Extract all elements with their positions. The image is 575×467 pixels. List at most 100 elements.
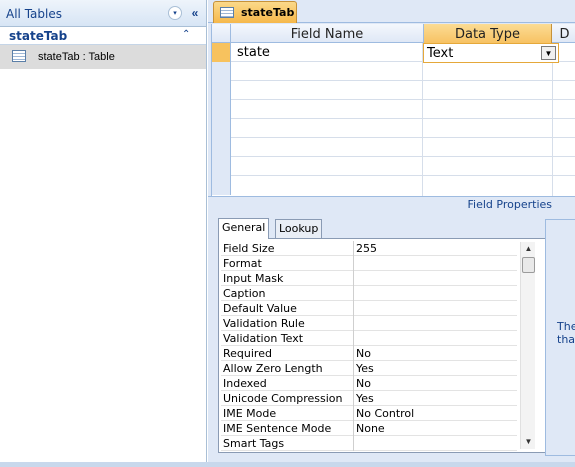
- property-divider: [353, 271, 354, 286]
- scroll-thumb[interactable]: [522, 257, 535, 273]
- column-header-description: D: [559, 27, 570, 42]
- property-divider: [353, 256, 354, 271]
- property-divider: [353, 316, 354, 331]
- row-selector[interactable]: [212, 62, 231, 81]
- nav-group-title: stateTab: [9, 29, 68, 43]
- property-value[interactable]: No: [356, 377, 371, 390]
- navigation-pane-header: All Tables ▾ «: [0, 0, 206, 27]
- property-label: Allow Zero Length: [223, 362, 323, 375]
- property-divider: [353, 331, 354, 346]
- property-help-box: The that: [545, 219, 575, 456]
- table-row[interactable]: [212, 138, 575, 157]
- property-divider: [353, 391, 354, 406]
- select-all-corner[interactable]: [212, 24, 231, 43]
- field-properties-title: Field Properties: [467, 198, 552, 211]
- property-row[interactable]: Field Size 255: [221, 241, 517, 256]
- collapse-pane-icon[interactable]: «: [188, 6, 202, 20]
- property-label: Validation Rule: [223, 317, 305, 330]
- properties-sheet: Field Size 255 Format Input Mask Caption …: [218, 238, 548, 453]
- property-row[interactable]: Format: [221, 256, 517, 271]
- help-text-line: that: [557, 333, 575, 346]
- chevron-up-icon[interactable]: ⌃: [182, 29, 190, 40]
- table-icon: [12, 50, 26, 62]
- field-name-cell[interactable]: state: [237, 45, 270, 60]
- field-properties-pane: General Lookup Field Size 255 Format Inpu…: [216, 211, 548, 456]
- row-selector[interactable]: [212, 119, 231, 138]
- nav-pane-title[interactable]: All Tables: [6, 7, 62, 21]
- property-value[interactable]: 255: [356, 242, 377, 255]
- tab-statetab[interactable]: stateTab: [213, 1, 297, 23]
- property-label: Validation Text: [223, 332, 304, 345]
- scroll-down-icon[interactable]: ▼: [521, 435, 536, 449]
- row-selector[interactable]: [212, 157, 231, 176]
- property-divider: [353, 286, 354, 301]
- data-type-value: Text: [427, 46, 454, 61]
- table-row[interactable]: [212, 176, 575, 195]
- property-row[interactable]: Validation Text: [221, 331, 517, 346]
- property-help-text: The that: [557, 320, 575, 346]
- table-row[interactable]: [212, 62, 575, 81]
- column-header-data-type: Data Type: [423, 24, 552, 43]
- table-row[interactable]: [212, 81, 575, 100]
- property-row[interactable]: Allow Zero Length Yes: [221, 361, 517, 376]
- property-row[interactable]: Unicode Compression Yes: [221, 391, 517, 406]
- grid-header: Field Name Data Type D: [212, 24, 575, 43]
- tab-label: stateTab: [241, 6, 295, 19]
- property-row[interactable]: Default Value: [221, 301, 517, 316]
- property-divider: [353, 241, 354, 256]
- property-value[interactable]: No: [356, 347, 371, 360]
- row-selector[interactable]: [212, 100, 231, 119]
- property-label: Default Value: [223, 302, 297, 315]
- property-row[interactable]: Smart Tags: [221, 436, 517, 451]
- property-value[interactable]: Yes: [356, 362, 374, 375]
- property-label: Required: [223, 347, 272, 360]
- property-label: IME Sentence Mode: [223, 422, 332, 435]
- property-label: Unicode Compression: [223, 392, 343, 405]
- column-header-field-name: Field Name: [290, 27, 364, 42]
- nav-item-statetab-table[interactable]: stateTab : Table: [0, 45, 206, 69]
- row-selector[interactable]: [212, 138, 231, 157]
- table-row[interactable]: [212, 100, 575, 119]
- property-value[interactable]: None: [356, 422, 385, 435]
- property-divider: [353, 301, 354, 316]
- property-label: IME Mode: [223, 407, 277, 420]
- nav-item-label: stateTab : Table: [38, 51, 115, 63]
- table-row[interactable]: [212, 157, 575, 176]
- property-label: Field Size: [223, 242, 275, 255]
- chevron-down-icon[interactable]: ▾: [168, 6, 182, 20]
- dropdown-arrow-icon[interactable]: ▼: [541, 46, 556, 60]
- property-row[interactable]: Required No: [221, 346, 517, 361]
- table-icon: [220, 7, 234, 18]
- property-label: Caption: [223, 287, 266, 300]
- property-row[interactable]: Validation Rule: [221, 316, 517, 331]
- scroll-up-icon[interactable]: ▲: [521, 242, 536, 256]
- property-row[interactable]: IME Sentence Mode None: [221, 421, 517, 436]
- property-row[interactable]: Input Mask: [221, 271, 517, 286]
- tab-lookup[interactable]: Lookup: [275, 219, 323, 238]
- property-value[interactable]: Yes: [356, 392, 374, 405]
- row-selector[interactable]: [212, 176, 231, 195]
- property-divider: [353, 361, 354, 376]
- properties-scrollbar[interactable]: ▲ ▼: [520, 242, 535, 449]
- property-label: Indexed: [223, 377, 267, 390]
- data-type-select[interactable]: Text ▼: [423, 43, 559, 63]
- property-row[interactable]: Caption: [221, 286, 517, 301]
- table-row[interactable]: [212, 119, 575, 138]
- property-row[interactable]: IME Mode No Control: [221, 406, 517, 421]
- property-divider: [353, 421, 354, 436]
- property-row[interactable]: Indexed No: [221, 376, 517, 391]
- document-tab-strip: stateTab: [208, 0, 575, 23]
- property-label: Format: [223, 257, 262, 270]
- field-properties-bar: Field Properties: [208, 196, 575, 211]
- row-selector[interactable]: [212, 43, 231, 62]
- table-row[interactable]: state Text ▼: [212, 43, 575, 63]
- properties-table: Field Size 255 Format Input Mask Caption …: [221, 241, 517, 451]
- table-design-grid: Field Name Data Type D state Text ▼: [211, 24, 575, 196]
- document-area: stateTab Field Name Data Type D state Te…: [208, 0, 575, 462]
- property-value[interactable]: No Control: [356, 407, 414, 420]
- nav-group-header[interactable]: stateTab ⌃: [0, 27, 206, 45]
- row-selector[interactable]: [212, 81, 231, 100]
- property-label: Smart Tags: [223, 437, 285, 450]
- tab-general[interactable]: General: [218, 218, 270, 239]
- property-divider: [353, 376, 354, 391]
